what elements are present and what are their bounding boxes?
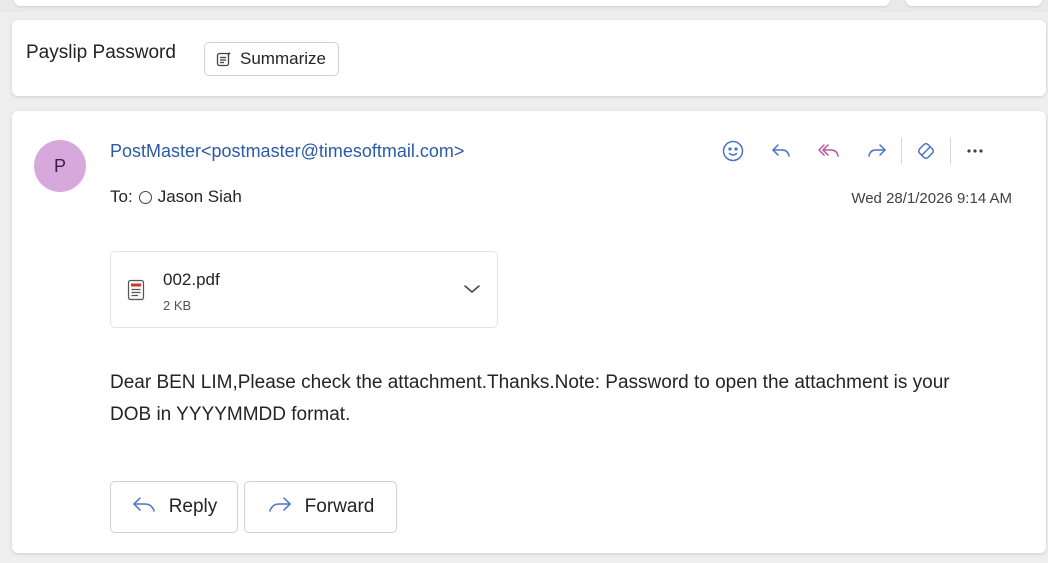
toolbar-divider: [901, 138, 902, 164]
sender-name[interactable]: PostMaster<postmaster@timesoftmail.com>: [110, 141, 464, 162]
summarize-icon: [215, 50, 233, 68]
summarize-label: Summarize: [240, 49, 326, 68]
message-actions-toolbar: [715, 133, 1005, 169]
pdf-file-icon: [127, 279, 145, 306]
message-card: P PostMaster<postmaster@timesoftmail.com…: [12, 111, 1046, 553]
more-icon[interactable]: [957, 133, 993, 169]
forward-icon: [267, 493, 293, 521]
sender-avatar[interactable]: P: [34, 140, 86, 192]
reply-icon[interactable]: [763, 133, 799, 169]
recipient-line: To: Jason Siah: [110, 187, 242, 207]
chevron-down-icon[interactable]: [463, 282, 481, 300]
recipient-name[interactable]: Jason Siah: [158, 187, 242, 207]
attachment-size: 2 KB: [163, 298, 192, 313]
forward-label: Forward: [304, 496, 375, 517]
forward-icon[interactable]: [859, 133, 895, 169]
reply-all-icon[interactable]: [811, 133, 847, 169]
top-strip: [0, 0, 1048, 12]
reply-icon: [131, 493, 157, 521]
message-date: Wed 28/1/2026 9:14 AM: [851, 190, 1012, 207]
reply-label: Reply: [168, 496, 218, 517]
subject-header: Payslip Password Summarize: [12, 20, 1046, 96]
presence-status-icon: [138, 190, 152, 204]
previous-card-edge: [14, 0, 890, 6]
reply-button[interactable]: Reply: [110, 481, 238, 533]
attachment-name: 002.pdf: [163, 270, 220, 289]
side-card-edge: [906, 0, 1042, 6]
to-label: To:: [110, 187, 133, 206]
summarize-button[interactable]: Summarize: [204, 42, 339, 76]
avatar-initial: P: [53, 155, 66, 176]
message-body: Dear BEN LIM,Please check the attachment…: [110, 372, 950, 425]
emoji-icon[interactable]: [715, 133, 751, 169]
forward-button[interactable]: Forward: [244, 481, 397, 533]
apps-icon[interactable]: [908, 133, 944, 169]
subject-title: Payslip Password: [26, 42, 176, 63]
attachment-card[interactable]: 002.pdf 2 KB: [110, 251, 498, 328]
toolbar-divider: [950, 138, 951, 164]
